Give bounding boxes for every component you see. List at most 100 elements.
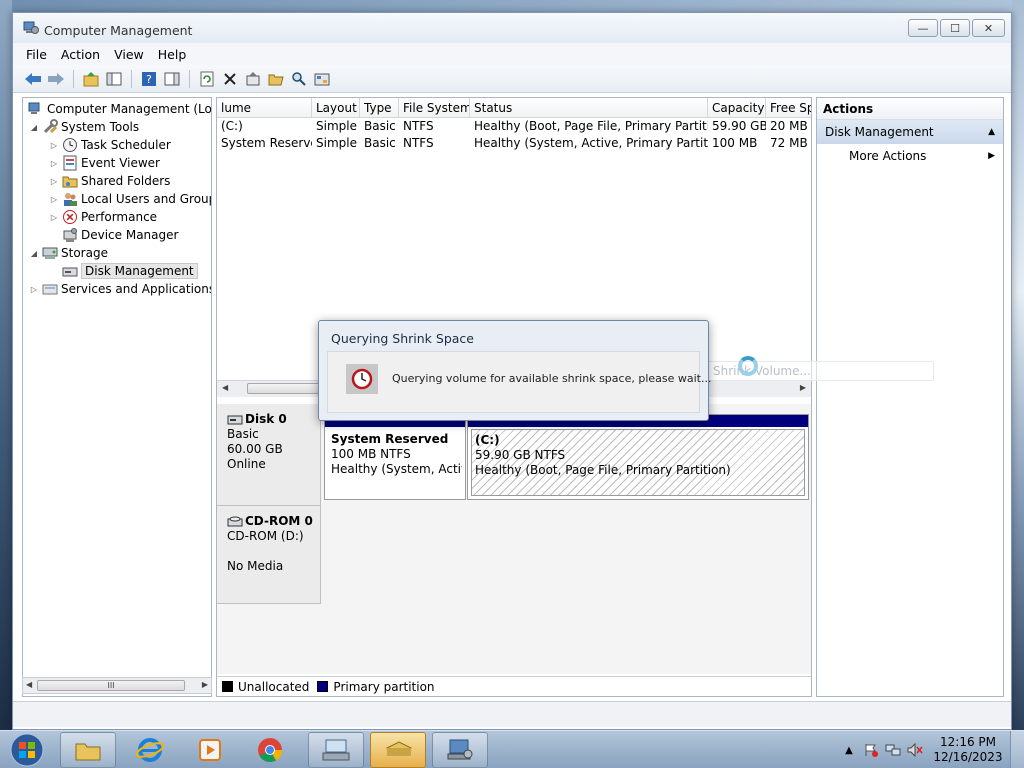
shrink-volume-menu-item[interactable]: Shrink Volume... [682, 361, 934, 381]
action-center-flag-icon[interactable] [860, 741, 882, 759]
expander-collapsed-icon[interactable]: ▷ [49, 159, 59, 168]
minimize-button[interactable]: — [908, 19, 938, 37]
volume-row[interactable]: System Reserved Simple Basic NTFS Health… [217, 135, 811, 152]
taskbar-chrome[interactable] [242, 732, 298, 768]
taskbar-file-explorer[interactable] [60, 732, 116, 768]
actions-section-disk-management[interactable]: Disk Management ▲ [817, 120, 1003, 144]
tree-item-disk-management[interactable]: Disk Management [49, 262, 198, 280]
taskbar-disk-drive[interactable] [370, 732, 426, 768]
back-button[interactable] [23, 69, 43, 89]
expander-collapsed-icon[interactable]: ▷ [49, 177, 59, 186]
show-desktop-button[interactable] [1010, 731, 1024, 768]
tree-item-services-applications[interactable]: ▷ Services and Applications [29, 280, 211, 298]
cdrom-0-label[interactable]: CD-ROM 0 CD-ROM (D:) No Media [217, 506, 321, 604]
volume-free-space: 20 MB [770, 119, 808, 133]
open-folder-icon [268, 74, 284, 85]
column-capacity[interactable]: Capacity [708, 98, 766, 118]
refresh-button[interactable] [197, 69, 217, 89]
submenu-arrow-icon: ▶ [988, 151, 995, 161]
expander-collapsed-icon[interactable]: ▷ [29, 285, 39, 294]
cdrom-name: CD-ROM 0 [245, 514, 313, 528]
internet-explorer-icon [136, 738, 164, 762]
tree-root[interactable]: Computer Management (Local [25, 100, 211, 118]
disk-state: Online [227, 457, 266, 471]
disk-size: 60.00 GB [227, 442, 283, 456]
column-file-system[interactable]: File System [399, 98, 470, 118]
computer-management-icon [447, 739, 473, 760]
scroll-right-icon[interactable]: ▶ [800, 383, 806, 392]
properties-button[interactable] [243, 69, 263, 89]
cdrom-media: No Media [227, 559, 284, 573]
scroll-right-icon[interactable]: ▶ [202, 680, 208, 689]
tree-item-label: Device Manager [81, 228, 179, 242]
desktop-background-right [1012, 0, 1024, 730]
maximize-button[interactable]: ☐ [940, 19, 970, 37]
menu-file[interactable]: File [19, 47, 54, 62]
volume-status: Healthy (Boot, Page File, Primary Partit… [474, 119, 708, 133]
expander-expanded-icon[interactable]: ◢ [29, 123, 39, 132]
more-actions-item[interactable]: More Actions ▶ [817, 144, 1003, 168]
taskbar-computer-management[interactable] [432, 732, 488, 768]
menu-action[interactable]: Action [54, 47, 107, 62]
expander-collapsed-icon[interactable]: ▷ [49, 213, 59, 222]
menu-view[interactable]: View [107, 47, 151, 62]
tree-item-task-scheduler[interactable]: ▷ Task Scheduler [49, 136, 171, 154]
search-button[interactable] [289, 69, 309, 89]
tree-horizontal-scrollbar[interactable]: ◀ III ▶ [22, 677, 212, 694]
tree-item-local-users[interactable]: ▷ Local Users and Groups [49, 190, 211, 208]
open-button[interactable] [266, 69, 286, 89]
column-layout[interactable]: Layout [312, 98, 360, 118]
volume-type: Basic [364, 136, 396, 150]
tree-item-event-viewer[interactable]: ▷ Event Viewer [49, 154, 160, 172]
minimize-icon: — [917, 21, 929, 35]
forward-button[interactable] [46, 69, 66, 89]
title-bar[interactable]: Computer Management — ☐ ✕ [13, 13, 1011, 43]
delete-button[interactable] [220, 69, 240, 89]
up-level-button[interactable] [81, 69, 101, 89]
tree-item-shared-folders[interactable]: ▷ Shared Folders [49, 172, 170, 190]
collapse-up-icon[interactable]: ▲ [988, 120, 995, 144]
column-type[interactable]: Type [360, 98, 399, 118]
expander-collapsed-icon[interactable]: ▷ [49, 141, 59, 150]
taskbar-media-player[interactable] [182, 732, 238, 768]
volume-muted-icon[interactable] [904, 741, 926, 759]
partition-system-reserved[interactable]: System Reserved 100 MB NTFS Healthy (Sys… [324, 414, 466, 500]
disk-settings-icon [314, 73, 330, 85]
tree-item-storage[interactable]: ◢ Storage [29, 244, 108, 262]
shared-folder-icon [62, 173, 78, 189]
media-player-icon [199, 739, 221, 761]
volume-row[interactable]: (C:) Simple Basic NTFS Healthy (Boot, Pa… [217, 118, 811, 135]
show-hide-tree-button[interactable] [104, 69, 124, 89]
column-status[interactable]: Status [470, 98, 708, 118]
window-title: Computer Management [44, 23, 193, 38]
start-button[interactable] [6, 732, 48, 768]
show-hidden-icons-icon[interactable]: ▲ [838, 741, 860, 759]
clock-time: 12:16 PM [940, 735, 996, 749]
network-icon[interactable] [882, 741, 904, 759]
tree-item-performance[interactable]: ▷ Performance [49, 208, 157, 226]
disk-management-icon [62, 263, 78, 279]
folder-icon [75, 743, 101, 761]
menu-help[interactable]: Help [151, 47, 194, 62]
users-icon [62, 191, 78, 207]
help-button[interactable]: ? [139, 69, 159, 89]
tree-item-system-tools[interactable]: ◢ System Tools [29, 118, 139, 136]
disk-0-label[interactable]: Disk 0 Basic 60.00 GB Online [217, 404, 321, 506]
partition-size: 100 MB NTFS [331, 447, 411, 461]
show-hide-action-pane-button[interactable] [162, 69, 182, 89]
scroll-left-icon[interactable]: ◀ [222, 383, 228, 392]
computer-management-icon [23, 21, 39, 35]
column-free-space[interactable]: Free Spa [766, 98, 811, 118]
taskbar-internet-explorer[interactable] [122, 732, 178, 768]
tree-item-device-manager[interactable]: Device Manager [49, 226, 178, 244]
scroll-left-icon[interactable]: ◀ [26, 680, 32, 689]
clock[interactable]: 12:16 PM 12/16/2023 [926, 735, 1010, 765]
partition-c-drive[interactable]: (C:) 59.90 GB NTFS Healthy (Boot, Page F… [467, 414, 809, 500]
taskbar-on-screen-keyboard[interactable] [308, 732, 364, 768]
scroll-thumb[interactable]: III [37, 680, 185, 691]
close-button[interactable]: ✕ [972, 19, 1005, 37]
column-volume[interactable]: lume [217, 98, 312, 118]
disk-settings-button[interactable] [312, 69, 332, 89]
expander-expanded-icon[interactable]: ◢ [29, 249, 39, 258]
expander-collapsed-icon[interactable]: ▷ [49, 195, 59, 204]
